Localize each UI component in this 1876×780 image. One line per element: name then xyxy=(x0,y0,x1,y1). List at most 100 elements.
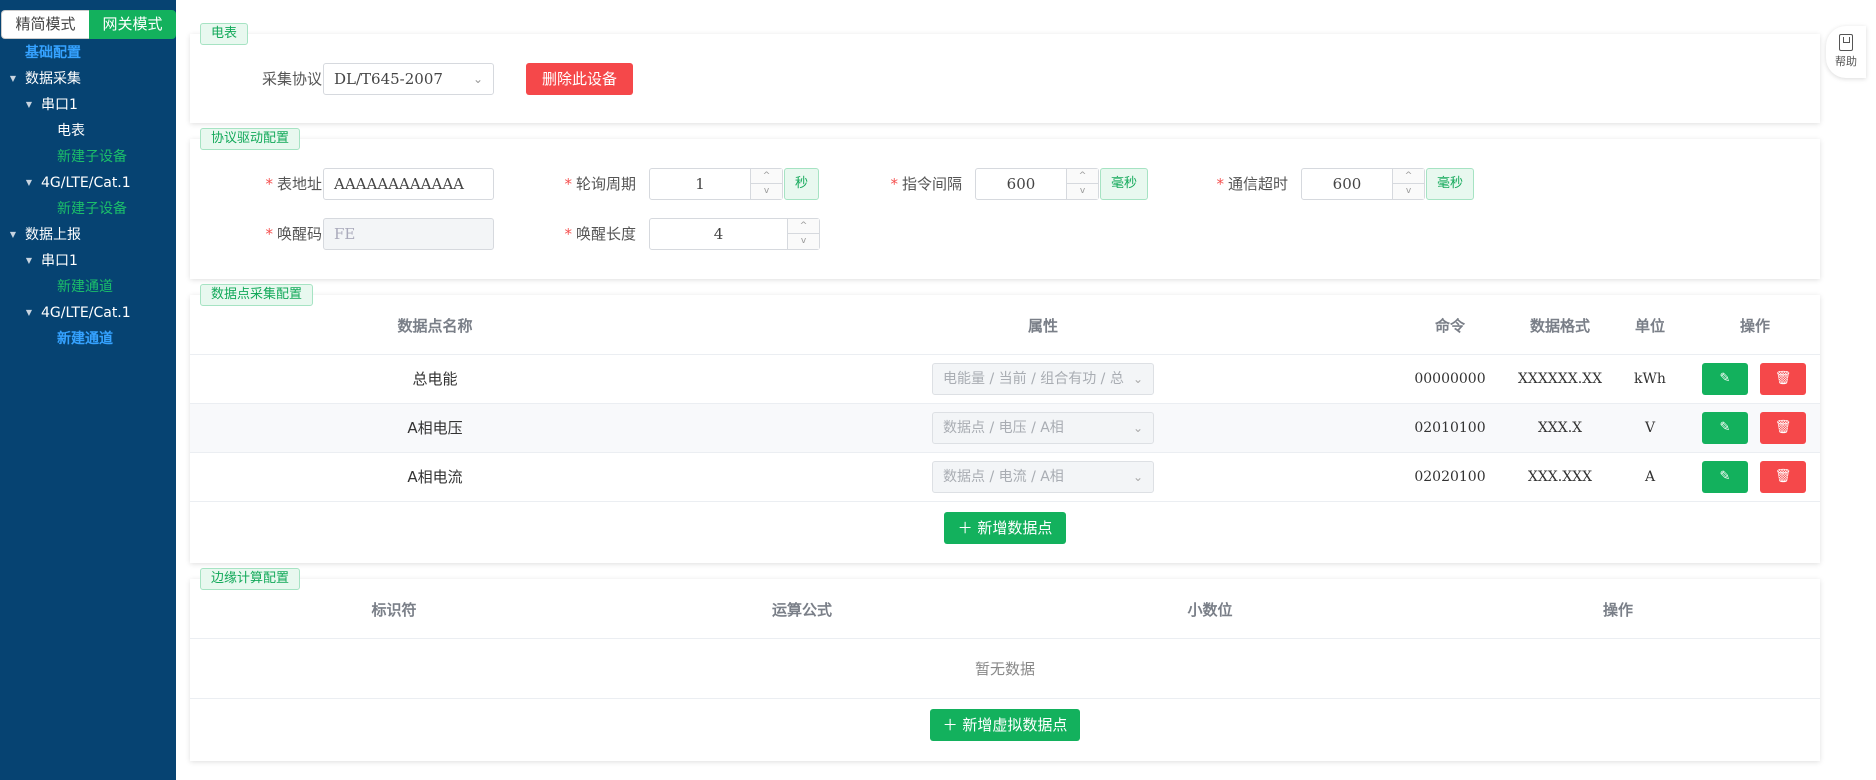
increment-icon[interactable]: ^ xyxy=(788,219,819,234)
empty-row: 暂无数据 xyxy=(190,638,1820,698)
col-header-ops: 操作 xyxy=(1602,601,1633,619)
decrement-icon[interactable]: v xyxy=(1393,184,1424,199)
plus-icon: ＋ xyxy=(942,716,958,734)
increment-icon[interactable]: ^ xyxy=(1393,169,1424,184)
increment-icon[interactable]: ^ xyxy=(751,169,782,184)
tree-item-report-serial1[interactable]: ▼ 串口1 xyxy=(0,248,176,274)
timeout-value: 600 xyxy=(1332,175,1362,193)
address-label: * 表地址 xyxy=(265,175,322,193)
tree-item-label: 4G/LTE/Cat.1 xyxy=(41,175,131,191)
decrement-icon[interactable]: v xyxy=(788,234,819,249)
edge-computing-card: 边缘计算配置 标识符 运算公式 小数位 操作 暂无数据 ＋ 新增虚拟数据点 xyxy=(190,568,1820,761)
caret-down-icon: ▼ xyxy=(9,230,17,239)
tree-item-label: 数据上报 xyxy=(25,227,81,243)
tree-item-label: 4G/LTE/Cat.1 xyxy=(41,305,131,321)
tree-item-label: 电表 xyxy=(57,123,85,139)
tree-item-meter[interactable]: 电表 xyxy=(0,118,176,144)
decrement-icon[interactable]: v xyxy=(1067,184,1098,199)
property-select: 电能量 / 当前 / 组合有功 / 总 ⌄ xyxy=(932,363,1154,395)
tree-item-new-sub-device[interactable]: 新建子设备 xyxy=(0,144,176,170)
tree-item-data-collect[interactable]: ▼ 数据采集 xyxy=(0,66,176,92)
caret-down-icon: ▼ xyxy=(25,178,33,187)
address-input[interactable]: AAAAAAAAAAAA xyxy=(323,168,494,200)
interval-unit: 毫秒 xyxy=(1100,168,1149,200)
protocol-select[interactable]: DL/T645-2007 ⌄ xyxy=(323,63,494,95)
col-header-name: 数据点名称 xyxy=(397,317,473,335)
wake-length-stepper[interactable]: 4 ^ v xyxy=(649,218,820,250)
tree-item-basic-config[interactable]: 基础配置 xyxy=(0,40,176,66)
app-root: 精简模式 网关模式 基础配置 ▼ 数据采集 ▼ 串口1 电表 新建子设备 ▼ 4… xyxy=(0,0,1876,780)
help-button[interactable]: 帮助 xyxy=(1826,26,1866,78)
table-row: 总电能 电能量 / 当前 / 组合有功 / 总 ⌄ 00000000 XXXXXX… xyxy=(190,354,1820,403)
poll-period-stepper[interactable]: 1 ^ v xyxy=(649,168,783,200)
poll-period-label: * 轮询周期 xyxy=(564,175,636,193)
interval-stepper[interactable]: 600 ^ v xyxy=(975,168,1099,200)
interval-label: * 指令间隔 xyxy=(890,175,962,193)
increment-icon[interactable]: ^ xyxy=(1067,169,1098,184)
plus-icon: ＋ xyxy=(957,519,973,537)
trash-icon: 🗑 xyxy=(1774,371,1792,386)
tree-item-label: 基础配置 xyxy=(25,45,81,61)
timeout-label: * 通信超时 xyxy=(1216,175,1288,193)
property-select: 数据点 / 电压 / A相 ⌄ xyxy=(932,412,1154,444)
col-header-prop: 属性 xyxy=(1027,317,1058,335)
add-virtual-point-button[interactable]: ＋ 新增虚拟数据点 xyxy=(930,709,1080,741)
tree-item-new-sub-device[interactable]: 新建子设备 xyxy=(0,196,176,222)
chevron-down-icon: ⌄ xyxy=(472,72,483,86)
caret-down-icon: ▼ xyxy=(9,74,17,83)
point-name: A相电压 xyxy=(407,419,463,437)
col-header-unit: 单位 xyxy=(1634,317,1665,335)
caret-down-icon: ▼ xyxy=(25,308,33,317)
col-header-identifier: 标识符 xyxy=(371,601,417,619)
wake-length-value: 4 xyxy=(713,225,724,243)
point-command: 02020100 xyxy=(1414,469,1486,485)
card-tag: 协议驱动配置 xyxy=(200,128,301,150)
table-divider xyxy=(190,501,1820,502)
add-data-point-button[interactable]: ＋ 新增数据点 xyxy=(944,512,1066,544)
wake-length-label: * 唤醒长度 xyxy=(564,225,636,243)
delete-button[interactable]: 🗑 xyxy=(1760,363,1806,395)
point-unit: A xyxy=(1644,469,1656,485)
timeout-stepper[interactable]: 600 ^ v xyxy=(1301,168,1425,200)
delete-device-button[interactable]: 删除此设备 xyxy=(526,63,634,95)
point-format: XXX.X xyxy=(1537,420,1583,436)
edit-icon: ✎ xyxy=(1719,371,1731,386)
trash-icon: 🗑 xyxy=(1774,420,1792,435)
point-name: 总电能 xyxy=(412,370,458,388)
point-unit: kWh xyxy=(1634,371,1666,387)
decrement-icon[interactable]: v xyxy=(751,184,782,199)
col-header-format: 数据格式 xyxy=(1529,317,1590,335)
caret-down-icon: ▼ xyxy=(25,256,33,265)
wake-code-input: FE xyxy=(323,218,494,250)
tree-item-data-report[interactable]: ▼ 数据上报 xyxy=(0,222,176,248)
simple-mode-tab[interactable]: 精简模式 xyxy=(1,10,89,39)
protocol-value: DL/T645-2007 xyxy=(334,70,443,88)
point-unit: V xyxy=(1644,420,1656,436)
edit-button[interactable]: ✎ xyxy=(1702,412,1748,444)
tree-item-label: 串口1 xyxy=(41,97,78,113)
gateway-mode-tab[interactable]: 网关模式 xyxy=(89,10,176,39)
tree-item-report-lte[interactable]: ▼ 4G/LTE/Cat.1 xyxy=(0,300,176,326)
empty-text: 暂无数据 xyxy=(974,660,1035,678)
edit-button[interactable]: ✎ xyxy=(1702,363,1748,395)
col-header-cmd: 命令 xyxy=(1434,317,1465,335)
tree-item-label: 串口1 xyxy=(41,253,78,269)
tree-item-collect-lte[interactable]: ▼ 4G/LTE/Cat.1 xyxy=(0,170,176,196)
tree-item-new-channel-selected[interactable]: 新建通道 xyxy=(0,326,176,352)
book-icon xyxy=(1839,34,1853,51)
tree-item-new-channel[interactable]: 新建通道 xyxy=(0,274,176,300)
col-header-ops: 操作 xyxy=(1739,317,1770,335)
table-row: A相电压 数据点 / 电压 / A相 ⌄ 02010100 XXX.X V ✎ 🗑 xyxy=(190,403,1820,452)
tree-item-collect-serial1[interactable]: ▼ 串口1 xyxy=(0,92,176,118)
data-points-card: 数据点采集配置 数据点名称 属性 命令 数据格式 单位 操作 总电能 电能量 /… xyxy=(190,284,1820,563)
delete-button[interactable]: 🗑 xyxy=(1760,461,1806,493)
edit-button[interactable]: ✎ xyxy=(1702,461,1748,493)
poll-unit: 秒 xyxy=(784,168,820,200)
chevron-down-icon: ⌄ xyxy=(1132,421,1143,435)
timeout-unit: 毫秒 xyxy=(1426,168,1475,200)
edit-icon: ✎ xyxy=(1719,420,1731,435)
delete-button[interactable]: 🗑 xyxy=(1760,412,1806,444)
property-select: 数据点 / 电流 / A相 ⌄ xyxy=(932,461,1154,493)
point-format: XXX.XXX xyxy=(1527,469,1593,485)
table-divider xyxy=(190,698,1820,699)
